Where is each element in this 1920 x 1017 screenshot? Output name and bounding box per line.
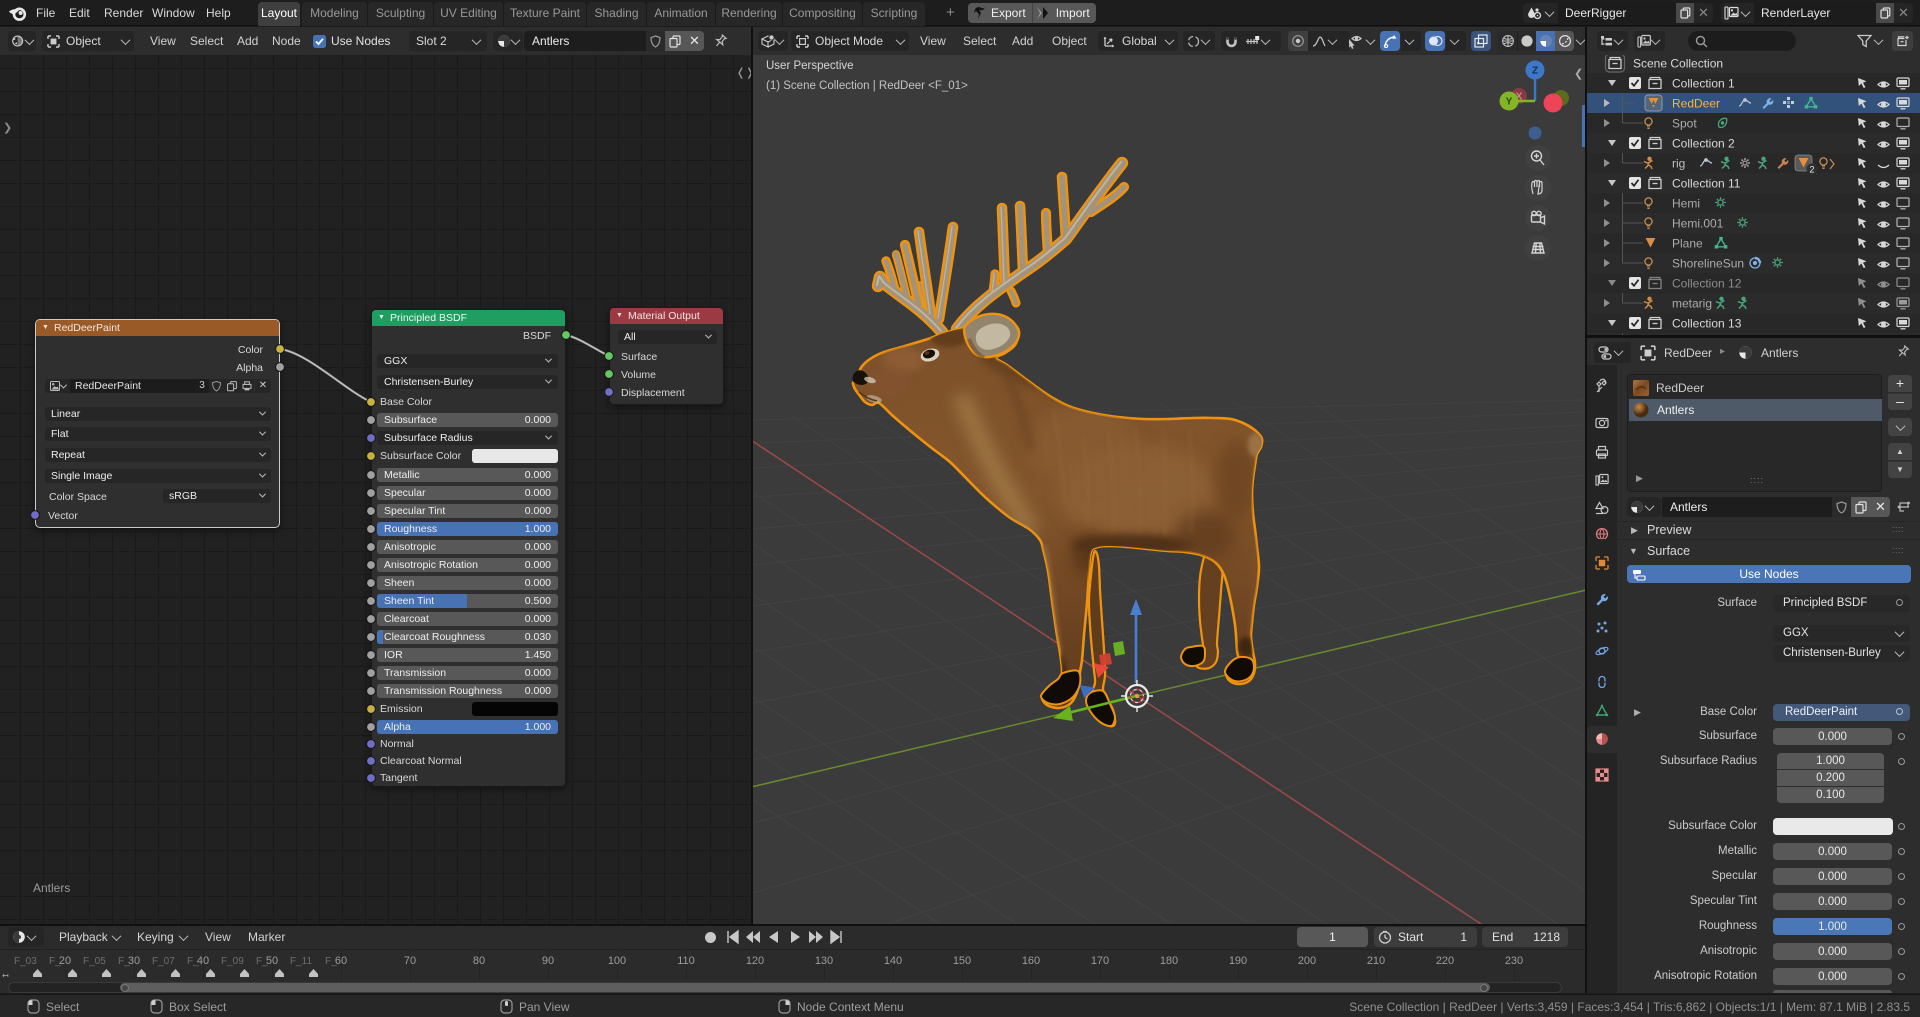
svg-text:2: 2 [1809,165,1814,175]
svg-text:Spot: Spot [1672,117,1697,131]
svg-text:Collection 1: Collection 1 [1672,77,1735,91]
svg-text:❮: ❮ [1574,68,1583,80]
svg-text:Collection 11: Collection 11 [1672,177,1741,191]
svg-text:Collection 2: Collection 2 [1672,137,1735,151]
svg-text:Collection 13: Collection 13 [1672,317,1742,331]
svg-text:metarig: metarig [1672,297,1712,311]
svg-text:Scene Collection: Scene Collection [1633,57,1723,71]
svg-text:Collection 12: Collection 12 [1672,277,1742,291]
svg-text:ShorelineSun: ShorelineSun [1672,257,1744,271]
svg-text:Hemi: Hemi [1672,197,1700,211]
svg-text:rig: rig [1672,157,1685,171]
svg-text:Plane: Plane [1672,237,1703,251]
svg-text:Z: Z [1532,66,1538,77]
svg-text:Hemi.001: Hemi.001 [1672,217,1724,231]
svg-text:Y: Y [1506,97,1513,108]
svg-text:RedDeer: RedDeer [1672,97,1720,111]
